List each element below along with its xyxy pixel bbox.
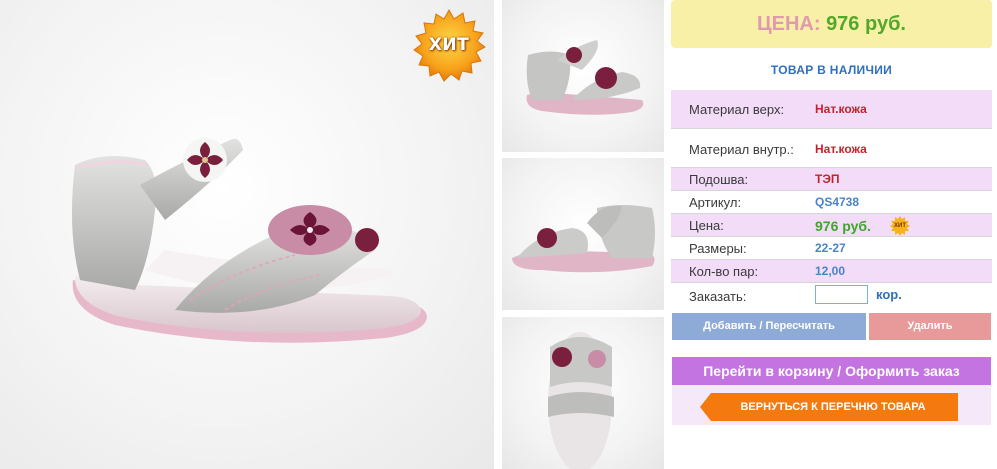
sandal-thumbnail-side [526, 40, 644, 115]
spec-value: Нат.кожа [815, 102, 867, 116]
spec-label: Кол-во пар: [689, 264, 759, 279]
spec-value: 22-27 [815, 241, 846, 255]
main-product-image[interactable]: ХИТ [0, 0, 494, 469]
spec-label: Подошва: [689, 172, 749, 187]
spec-label: Материал верх: [689, 102, 785, 117]
sandal-thumbnail-top [548, 332, 614, 469]
specs-table: Материал верх: Нат.кожа Материал внутр.:… [671, 90, 992, 309]
hit-badge: ХИТ [412, 8, 486, 82]
back-button-area: ВЕРНУТЬСЯ К ПЕРЕЧНЮ ТОВАРА [672, 385, 991, 425]
spec-row-sizes: Размеры: 22-27 [671, 237, 992, 260]
spec-row-material-top: Материал верх: Нат.кожа [671, 90, 992, 129]
quantity-input[interactable] [815, 285, 868, 304]
thumbnail-1[interactable] [502, 0, 664, 152]
spec-value: Нат.кожа [815, 142, 867, 156]
product-info-panel: ЦЕНА: 976 руб. ТОВАР В НАЛИЧИИ Материал … [671, 0, 992, 469]
spec-row-material-inner: Материал внутр.: Нат.кожа [671, 129, 992, 168]
spec-row-sole: Подошва: ТЭП [671, 168, 992, 191]
thumbnail-2[interactable] [502, 158, 664, 310]
price-header: ЦЕНА: 976 руб. [671, 0, 992, 48]
spec-label: Размеры: [689, 241, 747, 256]
delete-button[interactable]: Удалить [869, 313, 991, 340]
add-recalculate-button[interactable]: Добавить / Пересчитать [672, 313, 866, 340]
sandal-photo [71, 138, 428, 343]
spec-row-pairs: Кол-во пар: 12,00 [671, 260, 992, 283]
small-hit-label: ХИТ [894, 223, 906, 229]
spec-row-order: Заказать: кор. [671, 283, 992, 309]
back-to-list-button[interactable]: ВЕРНУТЬСЯ К ПЕРЕЧНЮ ТОВАРА [700, 393, 958, 421]
spec-label: Цена: [689, 218, 724, 233]
price-header-label: ЦЕНА: [757, 13, 821, 35]
sandal-thumbnail-inner [512, 205, 655, 273]
quantity-unit: кор. [876, 287, 902, 302]
spec-label: Артикул: [689, 195, 742, 210]
spec-row-price: Цена: 976 руб. ХИТ [671, 214, 992, 237]
thumbnail-3[interactable] [502, 317, 664, 469]
spec-value: ТЭП [815, 172, 840, 186]
spec-value: QS4738 [815, 195, 860, 209]
spec-label: Материал внутр.: [689, 142, 794, 157]
stock-status: ТОВАР В НАЛИЧИИ [770, 63, 893, 77]
spec-value: 12,00 [815, 264, 846, 278]
thumbnail-strip [502, 0, 664, 469]
order-label: Заказать: [689, 289, 747, 304]
small-hit-badge: ХИТ [890, 216, 910, 236]
spec-value: 976 руб. [815, 218, 871, 234]
spec-row-article: Артикул: QS4738 [671, 191, 992, 214]
price-header-value: 976 руб. [826, 13, 906, 35]
hit-badge-label: ХИТ [428, 35, 470, 55]
go-to-cart-button[interactable]: Перейти в корзину / Оформить заказ [672, 357, 991, 385]
